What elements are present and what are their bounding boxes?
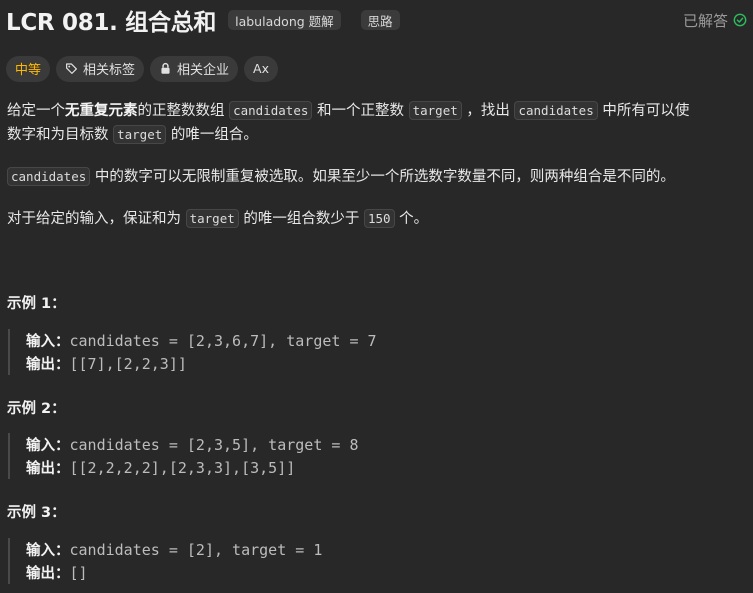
inline-code: candidates <box>229 101 313 120</box>
example-3-block: 输入：candidates = [2], target = 1 输出：[] <box>8 538 626 584</box>
idea-badge[interactable]: 思路 <box>360 10 400 30</box>
labuladong-solution-badge[interactable]: labuladong 题解 <box>228 10 341 30</box>
input-label: 输入： <box>26 543 70 559</box>
related-tags-button[interactable]: 相关标签 <box>56 55 145 82</box>
solved-status: 已解答 <box>683 10 747 31</box>
difficulty-tag[interactable]: 中等 <box>6 55 51 82</box>
text: 对于给定的输入，保证和为 <box>7 211 181 227</box>
example-2-block: 输入：candidates = [2,3,5], target = 8 输出：[… <box>8 433 626 479</box>
inline-code: target <box>408 101 462 120</box>
input-label: 输入： <box>26 334 70 350</box>
example-1-title: 示例 1： <box>7 296 66 312</box>
inline-code: candidates <box>514 101 598 120</box>
output-value: [[2,2,2,2],[2,3,3],[3,5]] <box>69 459 296 477</box>
input-value: candidates = [2,3,5], target = 8 <box>69 436 359 454</box>
tag-icon <box>66 63 77 74</box>
inline-code: candidates <box>7 167 91 186</box>
example-1-block: 输入：candidates = [2,3,6,7], target = 7 输出… <box>8 329 626 375</box>
check-circle-icon <box>733 13 747 27</box>
related-tags-label: 相关标签 <box>83 63 136 78</box>
example-3-title: 示例 3： <box>7 505 66 521</box>
output-label: 输出： <box>26 566 70 582</box>
text: 的正整数数组 <box>137 103 225 119</box>
text: 和一个正整数 <box>316 103 404 119</box>
inline-code: target <box>113 125 167 144</box>
tags-row: 中等 相关标签 相关企业 Ax <box>6 55 284 82</box>
header: LCR 081. 组合总和 labuladong 题解 思路 已解答 <box>6 3 747 37</box>
output-label: 输出： <box>26 357 70 373</box>
text: 中的数字可以无限制重复被选取。如果至少一个所选数字数量不同，则两种组合是不同的。 <box>94 169 675 185</box>
description-paragraph-3: 对于给定的输入，保证和为 target 的唯一组合数少于 150 个。 <box>7 207 747 231</box>
translate-button[interactable]: Ax <box>244 55 278 82</box>
text: 给定一个 <box>7 103 65 119</box>
input-value: candidates = [2], target = 1 <box>69 541 323 559</box>
related-companies-button[interactable]: 相关企业 <box>150 55 239 82</box>
input-value: candidates = [2,3,6,7], target = 7 <box>69 332 377 350</box>
output-value: [[7],[2,2,3]] <box>69 355 187 373</box>
related-companies-label: 相关企业 <box>177 63 230 78</box>
output-value: [] <box>69 564 88 582</box>
description-paragraph-1: 给定一个无重复元素的正整数数组 candidates 和一个正整数 target… <box>7 99 747 147</box>
text: 个。 <box>399 211 429 227</box>
example-2-title: 示例 2： <box>7 401 66 417</box>
output-label: 输出： <box>26 461 70 477</box>
page-title: LCR 081. 组合总和 <box>6 10 217 36</box>
input-label: 输入： <box>26 438 70 454</box>
lock-icon <box>161 62 170 74</box>
text: 的唯一组合。 <box>170 127 258 143</box>
text: 数字和为目标数 <box>7 127 109 143</box>
bold-text: 无重复元素 <box>65 103 138 119</box>
inline-code: 150 <box>363 209 395 228</box>
translate-icon: Ax <box>253 61 269 76</box>
description-paragraph-2: candidates 中的数字可以无限制重复被选取。如果至少一个所选数字数量不同… <box>7 165 747 189</box>
text: 的唯一组合数少于 <box>243 211 360 227</box>
inline-code: target <box>185 209 239 228</box>
text: ，找出 <box>466 103 510 119</box>
text: 中所有可以使 <box>602 103 690 119</box>
solved-label: 已解答 <box>682 11 728 30</box>
